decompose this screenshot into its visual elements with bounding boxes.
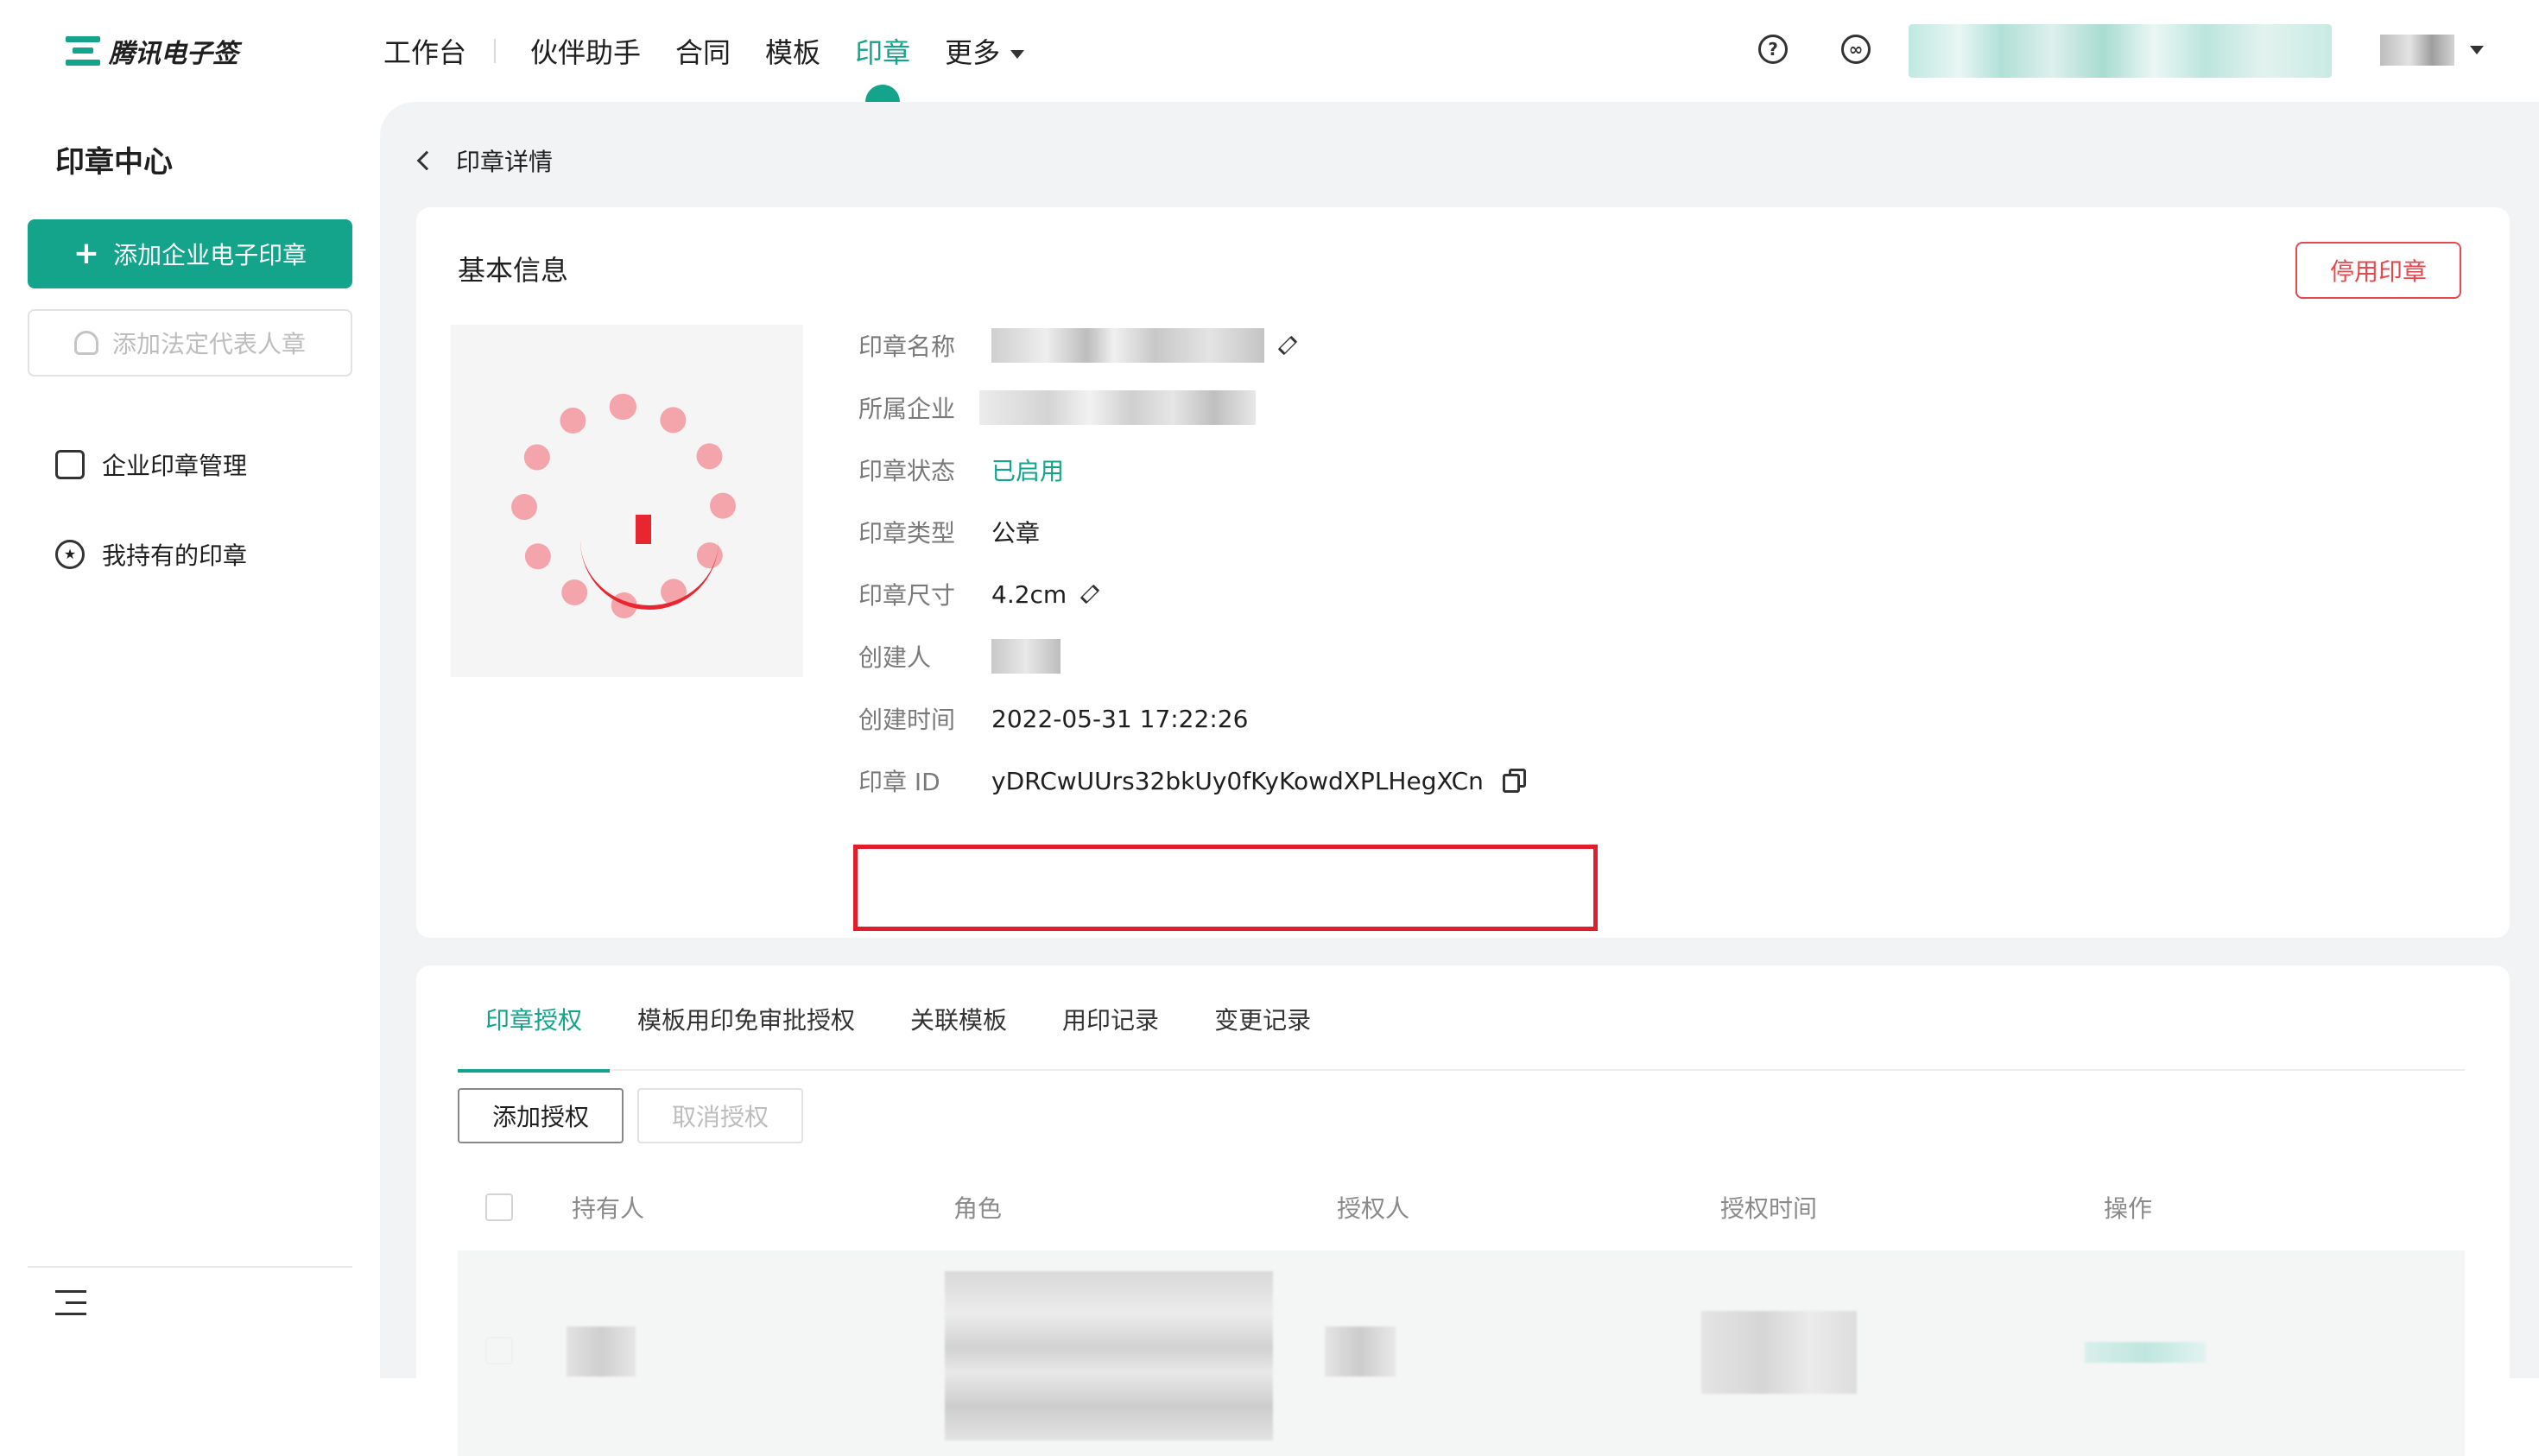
- top-bar: 腾讯电子签 工作台 伙伴助手 合同 模板 印章 更多 ? ∞: [0, 0, 2539, 102]
- column-role: 角色: [953, 1194, 1003, 1223]
- add-authorization-button[interactable]: 添加授权: [458, 1088, 624, 1143]
- nav-item-contract[interactable]: 合同: [675, 31, 731, 71]
- nav-more-label: 更多: [945, 36, 1001, 69]
- authorization-card: 印章授权 模板用印免审批授权 关联模板 用印记录 变更记录 添加授权 取消授权 …: [416, 965, 2510, 1456]
- basic-info-card: 基本信息 停用印章 印章名称 所属企业 印章状态 已启用 印章类型 公章 印章尺…: [416, 207, 2510, 938]
- link-circle-icon[interactable]: ∞: [1841, 35, 1871, 64]
- table-header: 持有人 角色 授权人 授权时间 操作: [458, 1164, 2465, 1250]
- field-created-time: 创建时间 2022-05-31 17:22:26: [858, 701, 1248, 736]
- field-label: 创建时间: [858, 706, 956, 734]
- field-label: 印章 ID: [858, 768, 940, 796]
- field-label: 印章状态: [858, 457, 956, 485]
- select-all-checkbox[interactable]: [485, 1193, 513, 1221]
- authorizer-blurred: [1325, 1326, 1396, 1377]
- sidebar: 印章中心 + 添加企业电子印章 添加法定代表人章 企业印章管理 ★ 我持有的印章: [0, 102, 380, 1378]
- main-content: 印章详情 基本信息 停用印章 印章名称 所属企业 印章状态 已启用 印章类型 公…: [380, 102, 2539, 1456]
- nav-item-partner[interactable]: 伙伴助手: [530, 31, 641, 71]
- plus-icon: +: [73, 236, 100, 271]
- field-type: 印章类型 公章: [858, 515, 1040, 549]
- seal-id-highlight-box: [853, 845, 1598, 931]
- actions-blurred[interactable]: [2085, 1342, 2206, 1363]
- brand-name: 腾讯电子签: [109, 39, 238, 69]
- field-seal-name: 印章名称: [858, 328, 1298, 363]
- field-label: 印章尺寸: [858, 581, 956, 610]
- account-info-blurred[interactable]: [1909, 24, 2332, 78]
- tab-linked-templates[interactable]: 关联模板: [883, 993, 1035, 1071]
- logo-icon: [66, 36, 100, 66]
- creator-blurred: [991, 639, 1061, 674]
- size-value: 4.2cm: [991, 579, 1067, 609]
- company-blurred: [979, 390, 1256, 425]
- chevron-down-icon: [1010, 50, 1025, 59]
- add-company-seal-button[interactable]: + 添加企业电子印章: [28, 219, 352, 288]
- edit-icon[interactable]: [1080, 584, 1100, 605]
- field-label: 印章类型: [858, 519, 956, 548]
- collapse-sidebar-icon[interactable]: [55, 1288, 86, 1318]
- auth-time-blurred: [1701, 1311, 1857, 1394]
- sidebar-title: 印章中心: [55, 145, 173, 180]
- field-status: 印章状态 已启用: [858, 453, 1064, 487]
- sidebar-item-my-seals[interactable]: ★ 我持有的印章: [55, 537, 247, 572]
- column-actions: 操作: [2104, 1194, 2153, 1223]
- holder-blurred: [567, 1326, 636, 1377]
- type-value: 公章: [991, 519, 1041, 548]
- field-label: 印章名称: [858, 332, 956, 361]
- breadcrumb-label: 印章详情: [456, 148, 554, 176]
- nav-item-workbench[interactable]: 工作台: [383, 31, 466, 71]
- copy-icon[interactable]: [1502, 769, 1527, 793]
- field-label: 创建人: [858, 643, 932, 672]
- status-value: 已启用: [991, 457, 1065, 485]
- section-title: 基本信息: [458, 254, 569, 287]
- seal-preview: [451, 325, 803, 677]
- nav-item-more[interactable]: 更多: [945, 31, 1025, 71]
- created-time-value: 2022-05-31 17:22:26: [991, 704, 1249, 733]
- sidebar-item-company-seals[interactable]: 企业印章管理: [55, 447, 247, 482]
- tab-bar: 印章授权 模板用印免审批授权 关联模板 用印记录 变更记录: [458, 993, 2465, 1073]
- role-blurred: [945, 1271, 1273, 1440]
- tab-seal-authorization[interactable]: 印章授权: [458, 993, 611, 1073]
- seal-image: [511, 394, 736, 618]
- tab-template-approval[interactable]: 模板用印免审批授权: [610, 993, 883, 1071]
- row-checkbox[interactable]: [485, 1337, 513, 1364]
- seal-name-blurred: [991, 328, 1264, 363]
- seal-id-value: yDRCwUUrs32bkUy0fKyKowdXPLHegXCn: [991, 766, 1484, 795]
- add-legal-rep-seal-button: 添加法定代表人章: [28, 309, 352, 377]
- avatar: [2380, 35, 2454, 66]
- sidebar-item-label: 我持有的印章: [102, 541, 248, 570]
- disable-seal-button[interactable]: 停用印章: [2295, 242, 2461, 299]
- sidebar-divider: [28, 1266, 352, 1268]
- column-holder: 持有人: [572, 1194, 645, 1223]
- chevron-down-icon: [2470, 46, 2484, 54]
- add-company-seal-label: 添加企业电子印章: [113, 241, 307, 269]
- user-menu[interactable]: [2380, 35, 2484, 66]
- cancel-authorization-button: 取消授权: [637, 1088, 803, 1143]
- tab-change-records[interactable]: 变更记录: [1187, 993, 1339, 1071]
- nav-item-template[interactable]: 模板: [765, 31, 820, 71]
- chevron-left-icon: [416, 150, 437, 171]
- main-nav: 工作台 伙伴助手 合同 模板 印章 更多: [383, 29, 1059, 102]
- brand-logo[interactable]: 腾讯电子签: [66, 33, 238, 69]
- sidebar-item-label: 企业印章管理: [102, 452, 248, 480]
- stamp-icon: [55, 450, 85, 479]
- column-authorizer: 授权人: [1337, 1194, 1410, 1223]
- field-creator: 创建人: [858, 639, 1061, 674]
- add-legal-rep-seal-label: 添加法定代表人章: [111, 330, 306, 358]
- user-icon: [73, 331, 98, 355]
- star-circle-icon: ★: [55, 540, 85, 569]
- nav-item-seal[interactable]: 印章: [855, 31, 910, 102]
- tab-usage-records[interactable]: 用印记录: [1035, 993, 1187, 1071]
- column-auth-time: 授权时间: [1720, 1194, 1818, 1223]
- field-seal-id: 印章 ID yDRCwUUrs32bkUy0fKyKowdXPLHegXCn: [858, 763, 1527, 798]
- field-size: 印章尺寸 4.2cm: [858, 577, 1100, 611]
- nav-divider: [494, 39, 497, 63]
- field-company: 所属企业: [858, 390, 1256, 425]
- field-label: 所属企业: [858, 395, 956, 423]
- breadcrumb[interactable]: 印章详情: [416, 143, 554, 178]
- edit-icon[interactable]: [1277, 335, 1298, 356]
- table-row: [458, 1250, 2465, 1456]
- question-circle-icon[interactable]: ?: [1758, 35, 1788, 64]
